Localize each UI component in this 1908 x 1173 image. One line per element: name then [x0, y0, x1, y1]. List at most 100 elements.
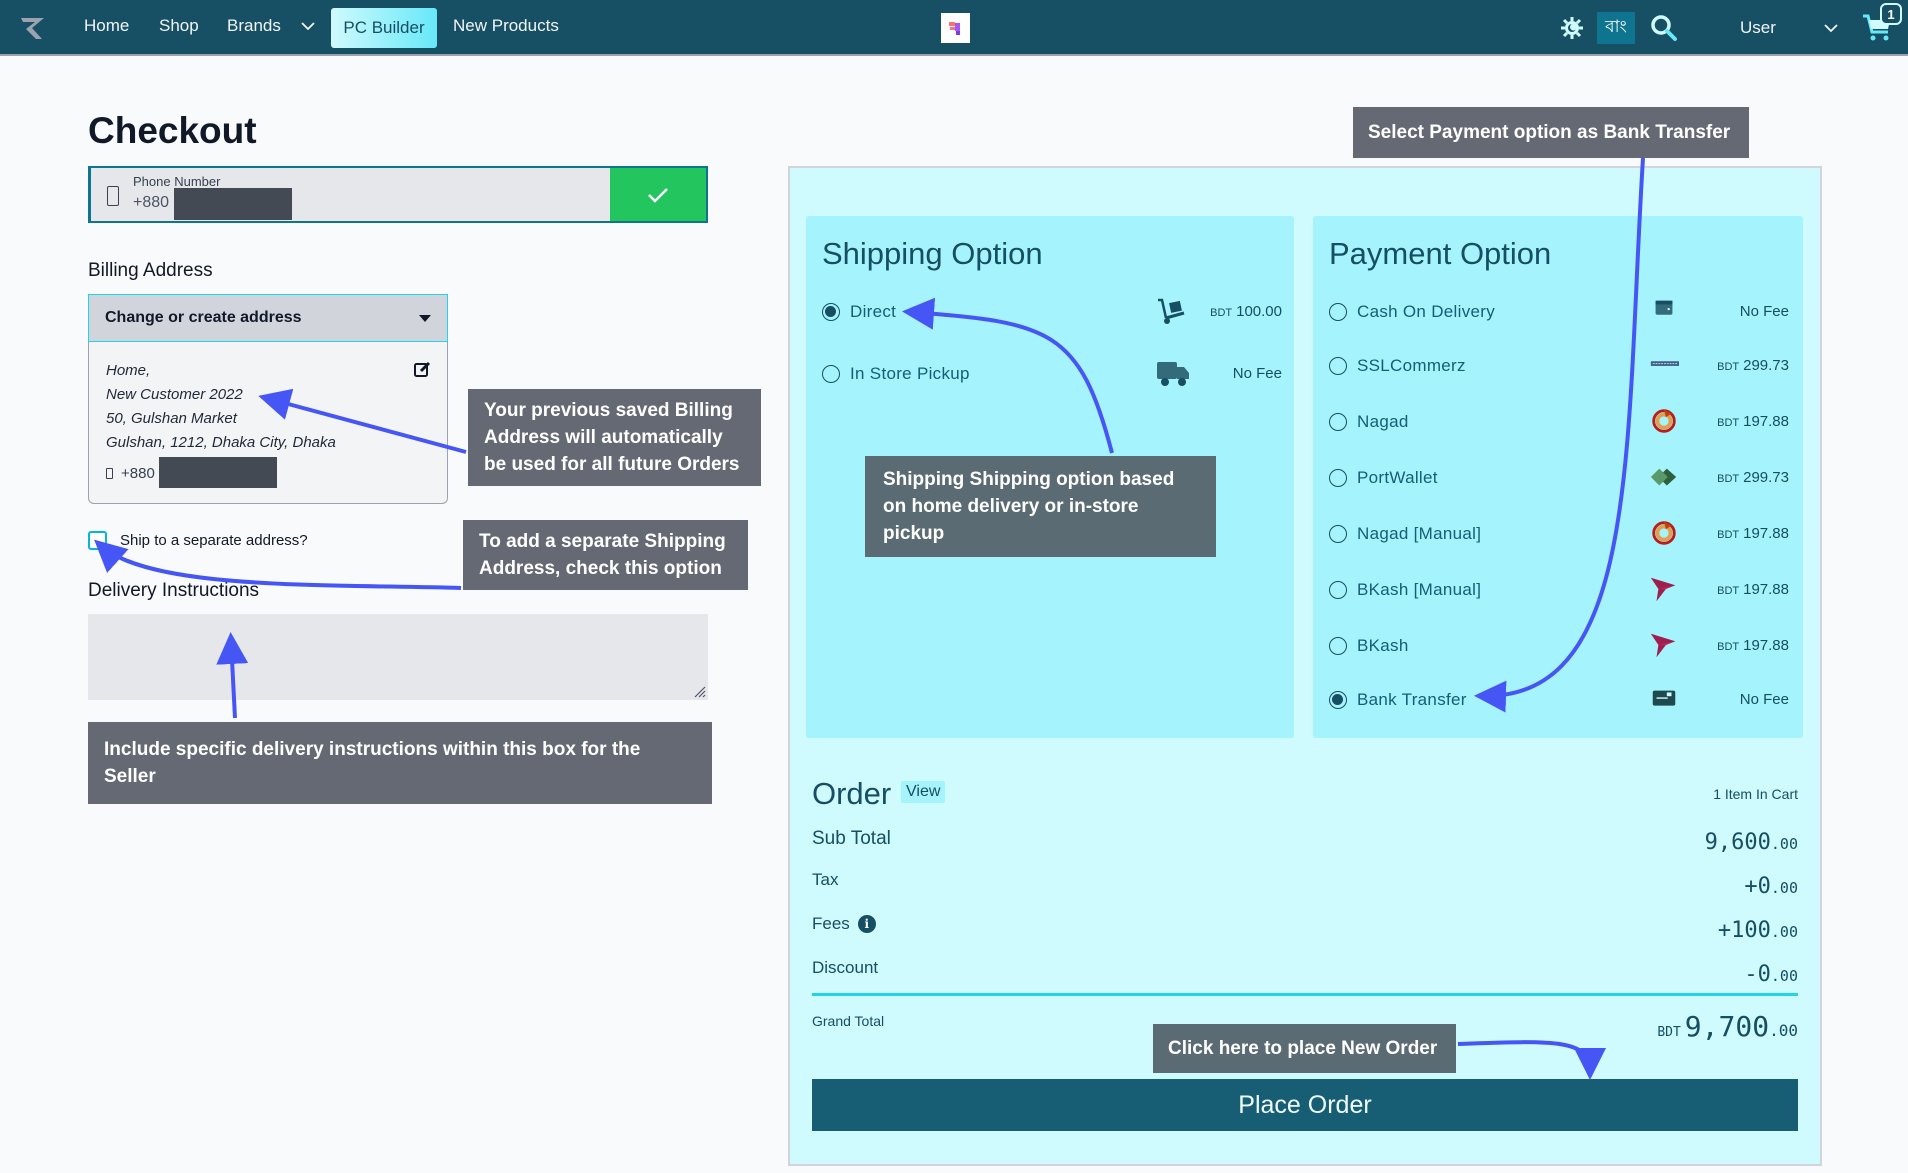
- option-label: BKash: [1357, 636, 1409, 655]
- radio-unselected[interactable]: [1329, 469, 1347, 487]
- order-title: Order: [812, 776, 892, 811]
- nav-link-pc-builder[interactable]: PC Builder: [331, 8, 437, 48]
- edit-icon[interactable]: [413, 360, 431, 378]
- option-label: Bank Transfer: [1357, 690, 1467, 709]
- option-fee: BDT 100.00: [1210, 303, 1282, 320]
- info-icon[interactable]: i: [857, 915, 876, 933]
- address-line: Home,: [106, 362, 151, 379]
- language-toggle[interactable]: বাং: [1597, 12, 1635, 44]
- mobile-phone-icon: [106, 468, 113, 479]
- callout-payment: Select Payment option as Bank Transfer: [1353, 107, 1749, 158]
- option-label: PortWallet: [1357, 468, 1438, 487]
- radio-selected[interactable]: [822, 303, 840, 321]
- radio-unselected[interactable]: [1329, 357, 1347, 375]
- redacted-phone: [174, 188, 292, 220]
- change-address-label: Change or create address: [105, 309, 302, 326]
- radio-unselected[interactable]: [1329, 525, 1347, 543]
- callout-shipping: Shipping Shipping option based on home d…: [865, 456, 1216, 557]
- summary-value-fees: +100.00: [1717, 918, 1798, 943]
- payment-option-title: Payment Option: [1329, 236, 1552, 271]
- radio-unselected[interactable]: [1329, 637, 1347, 655]
- nav-link-home[interactable]: Home: [84, 16, 129, 36]
- shipping-option-in-store-pickup[interactable]: In Store Pickup No Fee: [822, 362, 1282, 386]
- change-address-dropdown[interactable]: Change or create address: [88, 294, 448, 342]
- theme-toggle-icon[interactable]: [1560, 16, 1584, 40]
- radio-unselected[interactable]: [822, 365, 840, 383]
- payment-option-nagad[interactable]: Nagad BDT 197.88: [1329, 409, 1789, 434]
- view-order-button[interactable]: View: [901, 781, 946, 803]
- cart-item-count: 1 Item In Cart: [1713, 786, 1798, 802]
- billing-address-card: Home, New Customer 2022 50, Gulshan Mark…: [88, 342, 448, 504]
- callout-delivery: Include specific delivery instructions w…: [88, 722, 712, 804]
- address-phone-prefix: +880: [121, 465, 155, 482]
- option-fee: No Fee: [1232, 365, 1282, 382]
- option-fee: BDT 299.73: [1717, 357, 1789, 374]
- radio-unselected[interactable]: [1329, 303, 1347, 321]
- radio-selected[interactable]: [1329, 691, 1347, 709]
- hand-truck-icon: [1158, 298, 1185, 324]
- grand-total-value: BDT 9,700.00: [1657, 1010, 1798, 1043]
- radio-unselected[interactable]: [1329, 581, 1347, 599]
- nav-link-shop[interactable]: Shop: [159, 16, 199, 36]
- summary-label-fees: Fees i: [812, 914, 876, 934]
- payment-option-bkash-manual[interactable]: BKash [Manual] BDT 197.88: [1329, 577, 1789, 602]
- summary-label-tax: Tax: [812, 870, 839, 889]
- sslcommerz-icon: [1650, 361, 1679, 366]
- option-label: Nagad: [1357, 412, 1409, 431]
- callout-place-order: Click here to place New Order: [1153, 1024, 1456, 1073]
- summary-value-tax: +0.00: [1744, 874, 1798, 899]
- confirm-phone-button[interactable]: [610, 168, 706, 221]
- callout-separate-address: To add a separate Shipping Address, chec…: [463, 520, 748, 590]
- option-label: Nagad [Manual]: [1357, 524, 1482, 543]
- address-line: Gulshan, 1212, Dhaka City, Dhaka: [106, 434, 336, 451]
- address-line: New Customer 2022: [106, 386, 243, 403]
- option-fee: BDT 197.88: [1717, 637, 1789, 654]
- shipping-option-title: Shipping Option: [822, 236, 1043, 271]
- billing-address-label: Billing Address: [88, 260, 213, 281]
- portwallet-icon: [1650, 468, 1677, 486]
- phone-number-field[interactable]: Phone Number +880: [88, 166, 708, 223]
- option-label: In Store Pickup: [850, 364, 970, 383]
- truck-icon: [1157, 362, 1189, 386]
- chevron-down-icon[interactable]: [1823, 20, 1839, 36]
- payment-option-portwallet[interactable]: PortWallet BDT 299.73: [1329, 466, 1789, 490]
- delivery-instructions-input[interactable]: [88, 614, 708, 700]
- payment-option-sslcommerz[interactable]: SSLCommerz BDT 299.73: [1329, 354, 1789, 378]
- address-line: 50, Gulshan Market: [106, 410, 237, 427]
- phone-number-value[interactable]: +880: [133, 194, 169, 212]
- mobile-phone-icon: [107, 186, 119, 206]
- nagad-icon: [1652, 521, 1676, 545]
- cart-count-badge: 1: [1880, 3, 1902, 25]
- bkash-icon: [1650, 633, 1676, 658]
- summary-label-sub-total: Sub Total: [812, 828, 891, 849]
- payment-option-bank-transfer[interactable]: Bank Transfer No Fee: [1329, 688, 1789, 712]
- nav-link-new-products[interactable]: New Products: [453, 16, 559, 36]
- resize-handle-icon[interactable]: [690, 682, 706, 698]
- shipping-option-direct[interactable]: Direct BDT 100.00: [822, 298, 1282, 324]
- top-nav: Home Shop Brands PC Builder New Products…: [0, 0, 1908, 56]
- nav-link-brands[interactable]: Brands: [227, 16, 281, 36]
- ship-separate-label[interactable]: Ship to a separate address?: [120, 532, 308, 549]
- summary-label-discount: Discount: [812, 958, 879, 977]
- nagad-icon: [1652, 409, 1676, 433]
- brand-badge-icon[interactable]: [941, 13, 970, 43]
- chevron-down-icon[interactable]: [300, 18, 316, 34]
- user-menu[interactable]: User: [1740, 18, 1776, 38]
- option-fee: No Fee: [1739, 691, 1789, 708]
- checkmark-icon: [648, 187, 668, 203]
- option-fee: BDT 197.88: [1717, 413, 1789, 430]
- ship-separate-checkbox[interactable]: [88, 531, 107, 550]
- summary-value-sub-total: 9,600.00: [1704, 830, 1798, 855]
- option-label: SSLCommerz: [1357, 356, 1466, 375]
- summary-divider: [812, 993, 1798, 996]
- site-logo[interactable]: [18, 12, 50, 44]
- radio-unselected[interactable]: [1329, 413, 1347, 431]
- place-order-button[interactable]: Place Order: [812, 1079, 1798, 1131]
- payment-option-cash-on-delivery[interactable]: Cash On Delivery No Fee: [1329, 300, 1789, 324]
- payment-option-bkash[interactable]: BKash BDT 197.88: [1329, 633, 1789, 658]
- search-icon[interactable]: [1650, 14, 1678, 42]
- bank-card-icon: [1652, 690, 1676, 706]
- wallet-icon: [1655, 300, 1673, 315]
- payment-option-nagad-manual[interactable]: Nagad [Manual] BDT 197.88: [1329, 521, 1789, 546]
- grand-total-label: Grand Total: [812, 1013, 885, 1029]
